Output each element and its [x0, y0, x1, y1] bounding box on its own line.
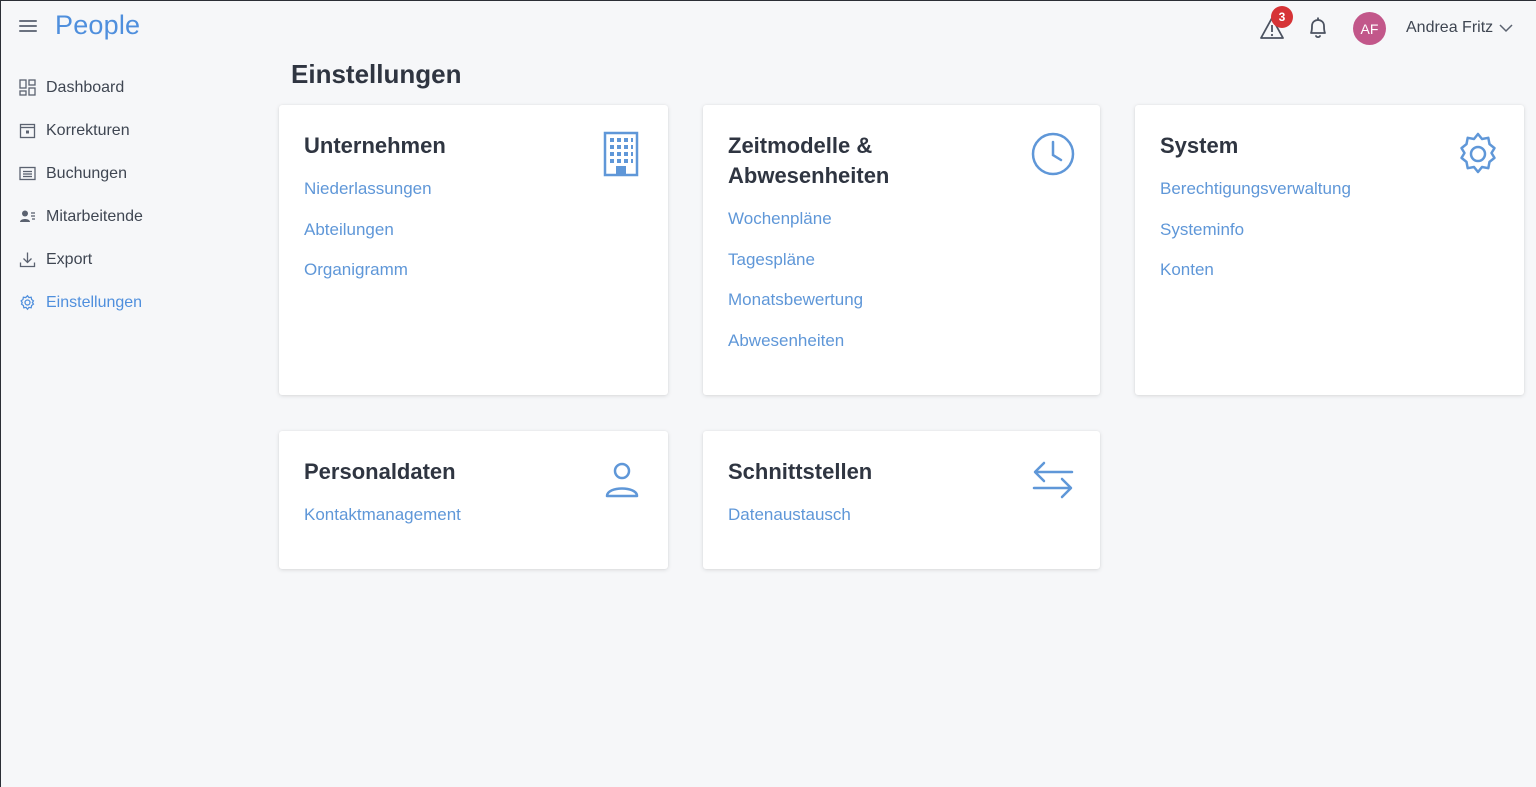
hamburger-menu-icon[interactable] — [19, 17, 37, 35]
sidebar-item-mitarbeitende[interactable]: Mitarbeitende — [1, 195, 241, 238]
bell-icon[interactable] — [1306, 15, 1330, 41]
sidebar-item-label: Einstellungen — [46, 293, 143, 311]
card-unternehmen: Unternehmen Niederlassungen Abteilungen … — [279, 105, 668, 395]
sidebar-item-label: Korrekturen — [46, 121, 130, 139]
card-title: System — [1160, 133, 1239, 158]
card-title: Schnittstellen — [728, 459, 873, 484]
users-icon — [20, 210, 35, 222]
user-menu[interactable]: Andrea Fritz — [1406, 19, 1513, 37]
sidebar-item-label: Buchungen — [46, 164, 127, 182]
link-systeminfo[interactable]: Systeminfo — [1160, 220, 1351, 261]
link-kontaktmanagement[interactable]: Kontaktmanagement — [304, 505, 461, 546]
sidebar-item-label: Dashboard — [46, 78, 125, 96]
link-abteilungen[interactable]: Abteilungen — [304, 220, 432, 261]
sidebar-item-korrekturen[interactable]: Korrekturen — [1, 109, 241, 152]
arrows-exchange-icon — [1032, 461, 1074, 499]
card-system: System Berechtigungsverwaltung Systeminf… — [1135, 105, 1524, 395]
chevron-down-icon — [1499, 24, 1513, 33]
link-niederlassungen[interactable]: Niederlassungen — [304, 179, 432, 220]
building-icon — [603, 131, 639, 177]
download-icon — [19, 252, 36, 268]
card-title: Personaldaten — [304, 459, 456, 484]
gear-icon — [20, 294, 35, 311]
link-abwesenheiten[interactable]: Abwesenheiten — [728, 331, 863, 372]
link-tagesplaene[interactable]: Tagespläne — [728, 250, 863, 291]
card-title: Zeitmodelle & Abwesenheiten — [728, 133, 890, 188]
list-icon — [19, 166, 36, 181]
clock-icon — [1031, 132, 1075, 176]
avatar[interactable]: AF — [1353, 12, 1386, 45]
sidebar-item-dashboard[interactable]: Dashboard — [1, 66, 241, 109]
calendar-icon — [19, 123, 36, 139]
sidebar: Dashboard Korrekturen Buchungen Mitarbei… — [1, 66, 241, 324]
link-organigramm[interactable]: Organigramm — [304, 260, 432, 301]
sidebar-item-buchungen[interactable]: Buchungen — [1, 152, 241, 195]
dashboard-icon — [19, 79, 36, 96]
sidebar-item-label: Export — [46, 250, 93, 268]
sidebar-item-export[interactable]: Export — [1, 238, 241, 281]
link-berechtigungsverwaltung[interactable]: Berechtigungsverwaltung — [1160, 179, 1351, 220]
app-frame: People 3 AF Andrea Fritz Dashboard Korre… — [0, 0, 1536, 787]
person-icon — [605, 462, 639, 498]
alert-count-badge: 3 — [1271, 6, 1293, 28]
card-zeitmodelle: Zeitmodelle & Abwesenheiten Wochenpläne … — [703, 105, 1100, 395]
card-title: Unternehmen — [304, 133, 446, 158]
user-name: Andrea Fritz — [1406, 19, 1494, 36]
sidebar-item-einstellungen[interactable]: Einstellungen — [1, 281, 241, 324]
app-brand[interactable]: People — [55, 10, 140, 41]
card-personaldaten: Personaldaten Kontaktmanagement — [279, 431, 668, 569]
link-wochenplaene[interactable]: Wochenpläne — [728, 209, 863, 250]
link-konten[interactable]: Konten — [1160, 260, 1351, 301]
sidebar-item-label: Mitarbeitende — [46, 207, 143, 225]
gear-icon — [1460, 132, 1496, 174]
card-schnittstellen: Schnittstellen Datenaustausch — [703, 431, 1100, 569]
page-title: Einstellungen — [291, 59, 462, 89]
link-monatsbewertung[interactable]: Monatsbewertung — [728, 290, 863, 331]
link-datenaustausch[interactable]: Datenaustausch — [728, 505, 851, 546]
